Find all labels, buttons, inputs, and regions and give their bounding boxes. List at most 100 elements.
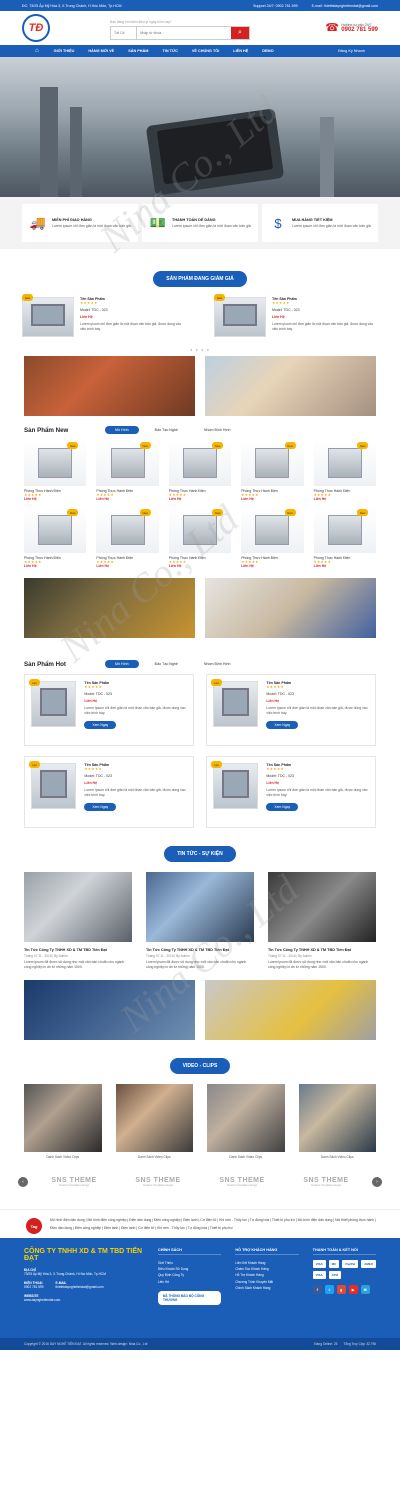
product-card[interactable]: New Phòng Thực Hành Điện ★★★★★ Liên Hệ — [168, 440, 232, 501]
social-icon[interactable]: g — [336, 1285, 346, 1294]
view-now-button[interactable]: Xem Ngay — [266, 803, 299, 811]
tab-nhom-dinh-hinh[interactable]: Nhóm Định Hình — [194, 660, 241, 668]
product-image[interactable] — [31, 763, 77, 809]
product-card[interactable]: New Phòng Thực Hành Điện ★★★★★ Liên Hệ — [241, 440, 304, 501]
video-thumbnail[interactable] — [24, 1084, 102, 1152]
tab-dao-tao-nghe[interactable]: Đào Tạo Nghề — [145, 426, 188, 434]
product-image[interactable]: New — [313, 440, 376, 486]
promo-banner[interactable] — [205, 356, 376, 416]
social-icon[interactable]: t — [324, 1285, 334, 1294]
video-select[interactable]: Danh Sách Video Clips — [116, 1155, 194, 1159]
video-card[interactable]: Danh Sách Video Clips — [207, 1084, 285, 1159]
social-icon[interactable]: ✉ — [360, 1285, 370, 1294]
deal-card[interactable]: Sale Tên Sản Phẩm ★★★★★ Model: TDC - 023… — [214, 294, 378, 337]
promo-banner[interactable] — [205, 578, 376, 638]
nav-item-lien-he[interactable]: LIÊN HỆ — [226, 45, 255, 57]
product-card[interactable]: New Phòng Thực Hành Điện ★★★★★ Liên Hệ — [168, 507, 232, 568]
promo-banner[interactable] — [24, 356, 195, 416]
hero-banner[interactable] — [0, 57, 400, 197]
video-card[interactable]: Danh Sách Video Clips — [115, 1084, 194, 1159]
product-card[interactable]: New Phòng Thực Hành Điện ★★★★★ Liên Hệ — [313, 440, 376, 501]
search-input[interactable] — [137, 27, 231, 39]
video-thumbnail[interactable] — [298, 1084, 376, 1152]
search-category-select[interactable]: Tất Cả — [111, 27, 137, 39]
promo-banner[interactable] — [24, 980, 195, 1040]
email-link[interactable]: E-mail: thietbidaynghetiendat@gmail.com — [312, 4, 378, 8]
video-card[interactable]: Danh Sách Video Clips — [24, 1084, 102, 1159]
tab-mo-hinh[interactable]: Mô Hình — [105, 426, 139, 434]
nav-item-san-pham[interactable]: SẢN PHẨM — [121, 45, 155, 57]
product-image[interactable]: New — [24, 440, 87, 486]
hot-product-card[interactable]: Hot Tên Sản Phẩm ★★★★★ Model: TDC - 023 Liên… — [206, 674, 376, 746]
product-image[interactable]: New — [241, 507, 304, 553]
email-value[interactable]: thietbidaynghetiendat@gmail.com — [56, 1285, 104, 1290]
product-card[interactable]: New Phòng Thực Hành Điện ★★★★★ Liên Hệ — [96, 440, 159, 501]
tab-dao-tao-nghe[interactable]: Đào Tạo Nghề — [145, 660, 188, 668]
nav-item-hang-moi-ve[interactable]: HÀNG MỚI VỀ — [81, 45, 121, 57]
search-button[interactable]: ⌕ — [231, 27, 249, 39]
bct-badge[interactable]: ĐÃ THÔNG BÁO BỘ CÔNG THƯƠNG — [158, 1290, 222, 1305]
hotline-number[interactable]: 0902 781 599 — [341, 27, 378, 33]
product-image[interactable] — [22, 297, 74, 337]
product-image[interactable] — [213, 763, 259, 809]
nav-item-demo[interactable]: DEMO — [255, 45, 280, 57]
product-image[interactable]: New — [168, 507, 232, 553]
product-image[interactable]: New — [96, 440, 159, 486]
news-card[interactable]: Tin Tức Công Ty TNHH XD & TM TBD Tiến Đạ… — [268, 872, 376, 970]
chevron-left-icon[interactable]: ‹ — [18, 1177, 28, 1187]
product-card[interactable]: New Phòng Thực Hành Điện ★★★★★ Liên Hệ — [24, 440, 87, 501]
quick-register-link[interactable]: Đăng Ký Nhanh — [331, 45, 372, 57]
tab-mo-hinh[interactable]: Mô Hình — [105, 660, 139, 668]
product-image[interactable]: New — [96, 507, 159, 553]
product-image[interactable]: New — [241, 440, 304, 486]
partner-logo[interactable]: SNS THEME Creative Templates design — [288, 1177, 364, 1187]
product-image[interactable] — [213, 681, 259, 727]
news-title[interactable]: Tin Tức Công Ty TNHH XD & TM TBD Tiến Đạ… — [24, 948, 132, 952]
tag-list[interactable]: Mô hình điện dân dụng | Mô hình điện côn… — [50, 1216, 376, 1232]
carousel-dots[interactable]: ● ● ● ● — [0, 347, 400, 352]
news-image[interactable] — [146, 872, 254, 942]
nav-item-tin-tuc[interactable]: TIN TỨC — [155, 45, 184, 57]
product-card[interactable]: New Phòng Thực Hành Điện ★★★★★ Liên Hệ — [313, 507, 376, 568]
tab-nhom-dinh-hinh[interactable]: Nhóm Định Hình — [194, 426, 241, 434]
video-thumbnail[interactable] — [115, 1084, 193, 1152]
chevron-right-icon[interactable]: › — [372, 1177, 382, 1187]
policy-link[interactable]: Liên Hệ — [158, 1279, 221, 1285]
partner-logo[interactable]: SNS THEME Creative Templates design — [36, 1177, 112, 1187]
hot-product-card[interactable]: Hot Tên Sản Phẩm ★★★★★ Model: TDC - 023 Liên… — [206, 756, 376, 828]
deal-card[interactable]: Sale Tên Sản Phẩm ★★★★★ Model: TDC - 023… — [22, 294, 186, 337]
home-icon[interactable]: ⌂ — [28, 45, 47, 57]
product-card[interactable]: New Phòng Thực Hành Điện ★★★★★ Liên Hệ — [96, 507, 159, 568]
support-link[interactable]: Chính Sách Khách Hàng — [235, 1285, 298, 1291]
view-now-button[interactable]: Xem Ngay — [84, 721, 117, 729]
product-image[interactable]: New — [168, 440, 232, 486]
phone-value[interactable]: 0902 781 599 — [24, 1285, 44, 1290]
news-image[interactable] — [24, 872, 132, 942]
video-select[interactable]: Danh Sách Video Clips — [207, 1155, 285, 1159]
promo-banner[interactable] — [205, 980, 376, 1040]
view-now-button[interactable]: Xem Ngay — [266, 721, 299, 729]
news-card[interactable]: Tin Tức Công Ty TNHH XD & TM TBD Tiến Đạ… — [24, 872, 132, 970]
video-select[interactable]: Danh Sách Video Clips — [299, 1155, 377, 1159]
video-thumbnail[interactable] — [207, 1084, 285, 1152]
promo-banner[interactable] — [24, 578, 195, 638]
partner-logo[interactable]: SNS THEME Creative Templates design — [120, 1177, 196, 1187]
video-card[interactable]: Danh Sách Video Clips — [298, 1084, 377, 1159]
product-image[interactable]: New — [24, 507, 87, 553]
product-image[interactable]: New — [313, 507, 376, 553]
product-card[interactable]: New Phòng Thực Hành Điện ★★★★★ Liên Hệ — [241, 507, 304, 568]
nav-item-gioi-thieu[interactable]: GIỚI THIỆU — [47, 45, 82, 57]
social-icon[interactable]: ▶ — [348, 1285, 358, 1294]
news-title[interactable]: Tin Tức Công Ty TNHH XD & TM TBD Tiến Đạ… — [268, 948, 376, 952]
news-image[interactable] — [268, 872, 376, 942]
nav-item-ve-chung-toi[interactable]: VỀ CHÚNG TÔI — [185, 45, 226, 57]
news-title[interactable]: Tin Tức Công Ty TNHH XD & TM TBD Tiến Đạ… — [146, 948, 254, 952]
partner-logo[interactable]: SNS THEME Creative Templates design — [204, 1177, 280, 1187]
video-select[interactable]: Danh Sách Video Clips — [24, 1155, 102, 1159]
website-value[interactable]: www.daynghetiendat.com — [24, 1298, 144, 1303]
social-icon[interactable]: f — [312, 1285, 322, 1294]
news-card[interactable]: Tin Tức Công Ty TNHH XD & TM TBD Tiến Đạ… — [146, 872, 254, 970]
product-image[interactable] — [31, 681, 77, 727]
view-now-button[interactable]: Xem Ngay — [84, 803, 117, 811]
product-card[interactable]: New Phòng Thực Hành Điện ★★★★★ Liên Hệ — [24, 507, 87, 568]
